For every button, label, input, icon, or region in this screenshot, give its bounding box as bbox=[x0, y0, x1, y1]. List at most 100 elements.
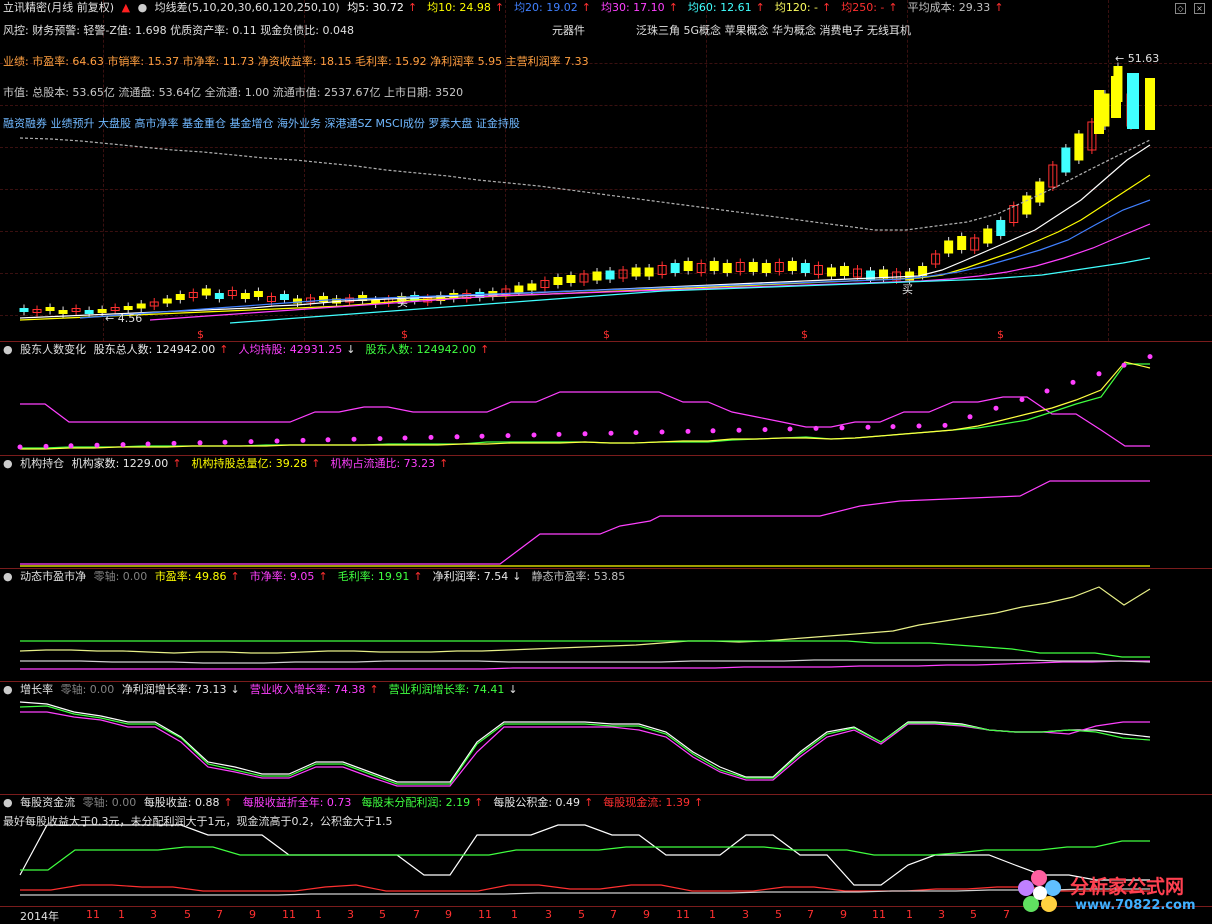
arrow-up-icon: ↑ bbox=[369, 683, 379, 696]
candle-body bbox=[839, 266, 849, 276]
axis-tick-label: 5 bbox=[184, 908, 191, 921]
axis-tick-label: 5 bbox=[379, 908, 386, 921]
pe-item: 市盈率: 49.86 ↑ bbox=[154, 570, 240, 583]
holders-dot bbox=[865, 424, 871, 430]
arrow-up-icon: ↑ bbox=[668, 1, 678, 14]
holders-dot bbox=[710, 428, 716, 434]
candle-body bbox=[800, 263, 810, 273]
growth-panel[interactable]: ● 增长率 零轴: 0.00 净利润增长率: 73.13 ↓ 营业收入增长率: 74… bbox=[0, 682, 1212, 795]
holders-item: 股东总人数: 124942.00 ↑ bbox=[93, 343, 229, 356]
holders-dot bbox=[1147, 354, 1153, 360]
holders-dot bbox=[659, 429, 665, 435]
holders-dot bbox=[145, 441, 151, 447]
candle-body bbox=[996, 220, 1006, 236]
axis-tick-label: 5 bbox=[578, 908, 585, 921]
dividend-mark: $ bbox=[401, 328, 408, 341]
candle-body bbox=[1127, 73, 1139, 129]
arrow-up-icon: ↑ bbox=[494, 1, 505, 14]
stock-title[interactable]: 立讯精密(月线 前复权) bbox=[3, 1, 114, 14]
reserve-line bbox=[20, 888, 1150, 896]
holders-dot bbox=[197, 440, 203, 446]
diamond-icon[interactable]: ◇ bbox=[1175, 3, 1186, 14]
candle-body bbox=[1035, 181, 1045, 203]
arrow-up-icon: ↑ bbox=[584, 796, 594, 809]
pe-panel[interactable]: ● 动态市盈市净 零轴: 0.00 市盈率: 49.86 ↑ 市净率: 9.05 ↑ 毛… bbox=[0, 569, 1212, 682]
candle-body bbox=[631, 267, 641, 277]
arrow-up-icon: ↑ bbox=[693, 796, 704, 809]
arrow-down-icon: ↓ bbox=[508, 683, 518, 696]
net-margin-line bbox=[20, 659, 1151, 664]
holders-dot bbox=[351, 436, 357, 442]
ma20-line bbox=[79, 199, 1151, 319]
close-icon[interactable]: × bbox=[1194, 3, 1205, 14]
axis-tick-label: 9 bbox=[445, 908, 452, 921]
main-item: 均120: - ↑ bbox=[774, 1, 832, 14]
pe-item: 毛利率: 19.91 ↑ bbox=[337, 570, 423, 583]
pe-item: 净利润率: 7.54 ↓ bbox=[432, 570, 522, 583]
holders-dot bbox=[762, 427, 768, 433]
industry-label: 元器件 bbox=[552, 24, 585, 37]
candle-body bbox=[644, 267, 654, 277]
performance-line: 业绩: 市盈率: 64.63 市销率: 15.37 市净率: 11.73 净资收… bbox=[3, 55, 589, 68]
pershare-title[interactable]: 每股资金流 bbox=[20, 796, 75, 809]
arrow-up-icon: ↑ bbox=[439, 457, 449, 470]
net-profit-growth-line bbox=[19, 701, 1151, 783]
pershare-item: 每股现金流: 1.39 ↑ bbox=[603, 796, 704, 809]
holders-title[interactable]: 股东人数变化 bbox=[20, 343, 86, 356]
collapse-circle-icon[interactable]: ● bbox=[3, 457, 13, 470]
holders-dot bbox=[17, 444, 23, 450]
axis-tick-label: 7 bbox=[807, 908, 814, 921]
candle-body bbox=[175, 294, 185, 300]
axis-tick-label: 1 bbox=[315, 908, 322, 921]
ma10-line bbox=[19, 174, 1151, 321]
holders-dot bbox=[787, 426, 793, 432]
ma-label[interactable]: 均线差(5,10,20,30,60,120,250,10) bbox=[155, 1, 340, 14]
arrow-up-icon: ↑ bbox=[888, 1, 898, 14]
main-header: 立讯精密(月线 前复权) ▲ ● 均线差(5,10,20,30,60,120,2… bbox=[3, 1, 1018, 15]
collapse-circle-icon[interactable]: ● bbox=[3, 570, 13, 583]
holders-dot bbox=[890, 424, 896, 430]
holders-panel[interactable]: ● 股东人数变化 股东总人数: 124942.00 ↑ 人均持股: 42931.25… bbox=[0, 342, 1212, 456]
candle-body bbox=[787, 261, 797, 271]
arrow-up-icon: ↑ bbox=[822, 1, 832, 14]
axis-tick-label: 3 bbox=[150, 908, 157, 921]
arrow-up-icon: ↑ bbox=[223, 796, 233, 809]
arrow-up-icon: ↑ bbox=[474, 796, 484, 809]
candle-body bbox=[45, 307, 55, 311]
holders-dot bbox=[685, 428, 691, 434]
candle-body bbox=[957, 236, 967, 250]
eps-line bbox=[19, 824, 1150, 886]
collapse-circle-icon[interactable]: ● bbox=[3, 796, 13, 809]
holders-dot bbox=[402, 435, 408, 441]
holders-dot bbox=[736, 427, 742, 433]
pe-title[interactable]: 动态市盈市净 bbox=[20, 570, 86, 583]
avg-cost-line bbox=[19, 137, 1151, 231]
pershare-item: 每股收益: 0.88 ↑ bbox=[143, 796, 233, 809]
growth-header: ● 增长率 零轴: 0.00 净利润增长率: 73.13 ↓ 营业收入增长率: 74… bbox=[3, 683, 532, 697]
holders-header: ● 股东人数变化 股东总人数: 124942.00 ↑ 人均持股: 42931.25… bbox=[3, 343, 503, 357]
logo-url: www.70822.com bbox=[1075, 898, 1196, 913]
axis-tick-label: 7 bbox=[413, 908, 420, 921]
holders-dot bbox=[325, 437, 331, 443]
candle-body bbox=[1145, 78, 1155, 130]
growth-title[interactable]: 增长率 bbox=[20, 683, 53, 696]
axis-tick-label: 7 bbox=[610, 908, 617, 921]
main-kline-panel[interactable]: 立讯精密(月线 前复权) ▲ ● 均线差(5,10,20,30,60,120,2… bbox=[0, 0, 1212, 342]
collapse-circle-icon[interactable]: ● bbox=[3, 343, 13, 356]
holders-dot bbox=[479, 433, 485, 439]
arrow-up-icon: ↑ bbox=[581, 1, 591, 14]
growth-item: 净利润增长率: 73.13 ↓ bbox=[121, 683, 240, 696]
holders-dot bbox=[1044, 388, 1050, 394]
holders-dot bbox=[377, 436, 383, 442]
candle-body bbox=[592, 271, 602, 281]
main-item: 平均成本: 29.33 ↑ bbox=[907, 1, 1004, 14]
axis-tick-label: 5 bbox=[970, 908, 977, 921]
pe-zero: 零轴: 0.00 bbox=[93, 570, 148, 583]
axis-tick-label: 3 bbox=[545, 908, 552, 921]
institution-title[interactable]: 机构持仓 bbox=[20, 457, 64, 470]
pe-header: ● 动态市盈市净 零轴: 0.00 市盈率: 49.86 ↑ 市净率: 9.05 ↑ 毛… bbox=[3, 570, 639, 584]
collapse-circle-icon[interactable]: ● bbox=[3, 683, 13, 696]
arrow-up-icon: ↑ bbox=[219, 343, 229, 356]
settings-circle-icon[interactable]: ● bbox=[138, 1, 148, 14]
institution-panel[interactable]: ● 机构持仓 机构家数: 1229.00 ↑ 机构持股总量亿: 39.28 ↑ 机构占流… bbox=[0, 456, 1212, 569]
